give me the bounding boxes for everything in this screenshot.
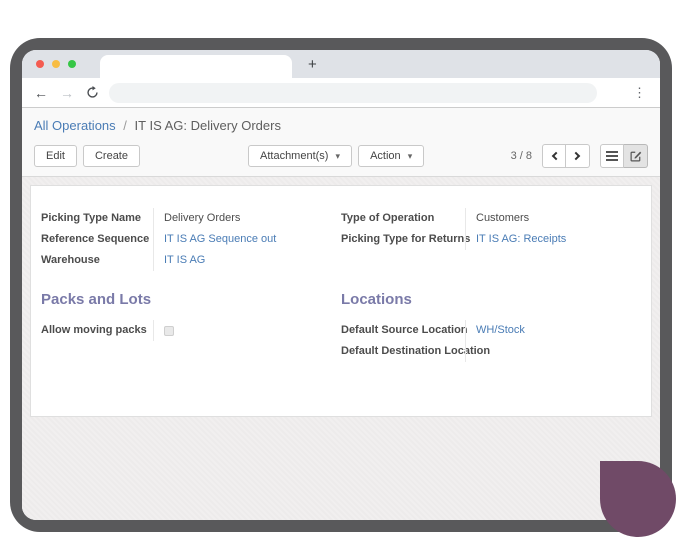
forward-icon: → — [60, 86, 74, 100]
back-icon[interactable]: ← — [34, 86, 48, 100]
pager-nav — [542, 144, 590, 168]
window-controls — [22, 60, 86, 68]
app-area: All Operations / IT IS AG: Delivery Orde… — [22, 108, 660, 520]
breadcrumb-parent-link[interactable]: All Operations — [34, 118, 116, 133]
browser-tab[interactable] — [100, 55, 292, 78]
breadcrumb-separator: / — [123, 118, 127, 133]
field-label-type-of-operation: Type of Operation — [341, 208, 465, 229]
browser-toolbar: ← → ⋮ — [22, 78, 660, 108]
allow-moving-packs-checkbox[interactable] — [164, 326, 174, 336]
field-value-default-destination-location — [465, 341, 623, 362]
field-label-reference-sequence: Reference Sequence — [41, 229, 153, 250]
pager-previous-button[interactable] — [542, 144, 566, 168]
url-bar[interactable] — [109, 83, 597, 103]
decorative-plum-shape — [600, 461, 676, 537]
field-label-picking-type-name: Picking Type Name — [41, 208, 153, 229]
list-icon — [606, 151, 618, 161]
device-frame: + ← → ⋮ All Operations / I — [10, 38, 672, 532]
field-label-default-destination-location: Default Destination Location — [341, 341, 465, 362]
pager-value: 3 / 8 — [511, 150, 532, 162]
minimize-window-icon[interactable] — [52, 60, 60, 68]
field-label-warehouse: Warehouse — [41, 250, 153, 271]
attachments-dropdown[interactable]: Attachment(s) ▾ — [248, 145, 352, 167]
field-value-warehouse[interactable]: IT IS AG — [153, 250, 323, 271]
field-label-picking-type-for-returns: Picking Type for Returns — [341, 229, 465, 250]
control-panel-buttons: Edit Create Attachment(s) ▾ Action ▾ — [34, 144, 648, 168]
close-window-icon[interactable] — [36, 60, 44, 68]
reload-icon[interactable] — [86, 86, 99, 99]
field-groups-top: Picking Type Name Delivery Orders Refere… — [41, 208, 641, 271]
field-value-default-source-location[interactable]: WH/Stock — [465, 320, 623, 341]
action-buttons: Attachment(s) ▾ Action ▾ — [248, 145, 424, 167]
edit-form-icon — [630, 150, 642, 162]
browser-tab-strip: + — [22, 50, 660, 78]
breadcrumb-current: IT IS AG: Delivery Orders — [135, 118, 281, 133]
form-view-button[interactable] — [624, 144, 648, 168]
maximize-window-icon[interactable] — [68, 60, 76, 68]
action-dropdown[interactable]: Action ▾ — [358, 145, 424, 167]
field-groups-sections: Packs and Lots Allow moving packs Locati… — [41, 271, 641, 362]
new-tab-icon[interactable]: + — [308, 57, 317, 72]
section-title-packs-and-lots: Packs and Lots — [41, 291, 323, 308]
pager-next-button[interactable] — [566, 144, 590, 168]
field-value-picking-type-name: Delivery Orders — [153, 208, 323, 229]
create-button[interactable]: Create — [83, 145, 140, 167]
browser-menu-icon[interactable]: ⋮ — [633, 85, 646, 101]
edit-button[interactable]: Edit — [34, 145, 77, 167]
field-label-allow-moving-packs: Allow moving packs — [41, 320, 153, 341]
chevron-left-icon — [551, 152, 559, 160]
browser-window: + ← → ⋮ All Operations / I — [22, 50, 660, 520]
field-value-reference-sequence[interactable]: IT IS AG Sequence out — [153, 229, 323, 250]
control-panel: All Operations / IT IS AG: Delivery Orde… — [22, 108, 660, 177]
section-title-locations: Locations — [341, 291, 623, 308]
list-view-button[interactable] — [600, 144, 624, 168]
form-sheet: Picking Type Name Delivery Orders Refere… — [30, 185, 652, 417]
chevron-down-icon: ▾ — [408, 151, 413, 161]
breadcrumb: All Operations / IT IS AG: Delivery Orde… — [34, 118, 648, 133]
field-label-default-source-location: Default Source Location — [341, 320, 465, 341]
chevron-right-icon — [572, 152, 580, 160]
field-value-picking-type-for-returns[interactable]: IT IS AG: Receipts — [465, 229, 623, 250]
view-switcher — [600, 144, 648, 168]
field-value-type-of-operation: Customers — [465, 208, 623, 229]
pager: 3 / 8 — [511, 144, 648, 168]
form-background: Picking Type Name Delivery Orders Refere… — [22, 177, 660, 520]
chevron-down-icon: ▾ — [336, 151, 341, 161]
